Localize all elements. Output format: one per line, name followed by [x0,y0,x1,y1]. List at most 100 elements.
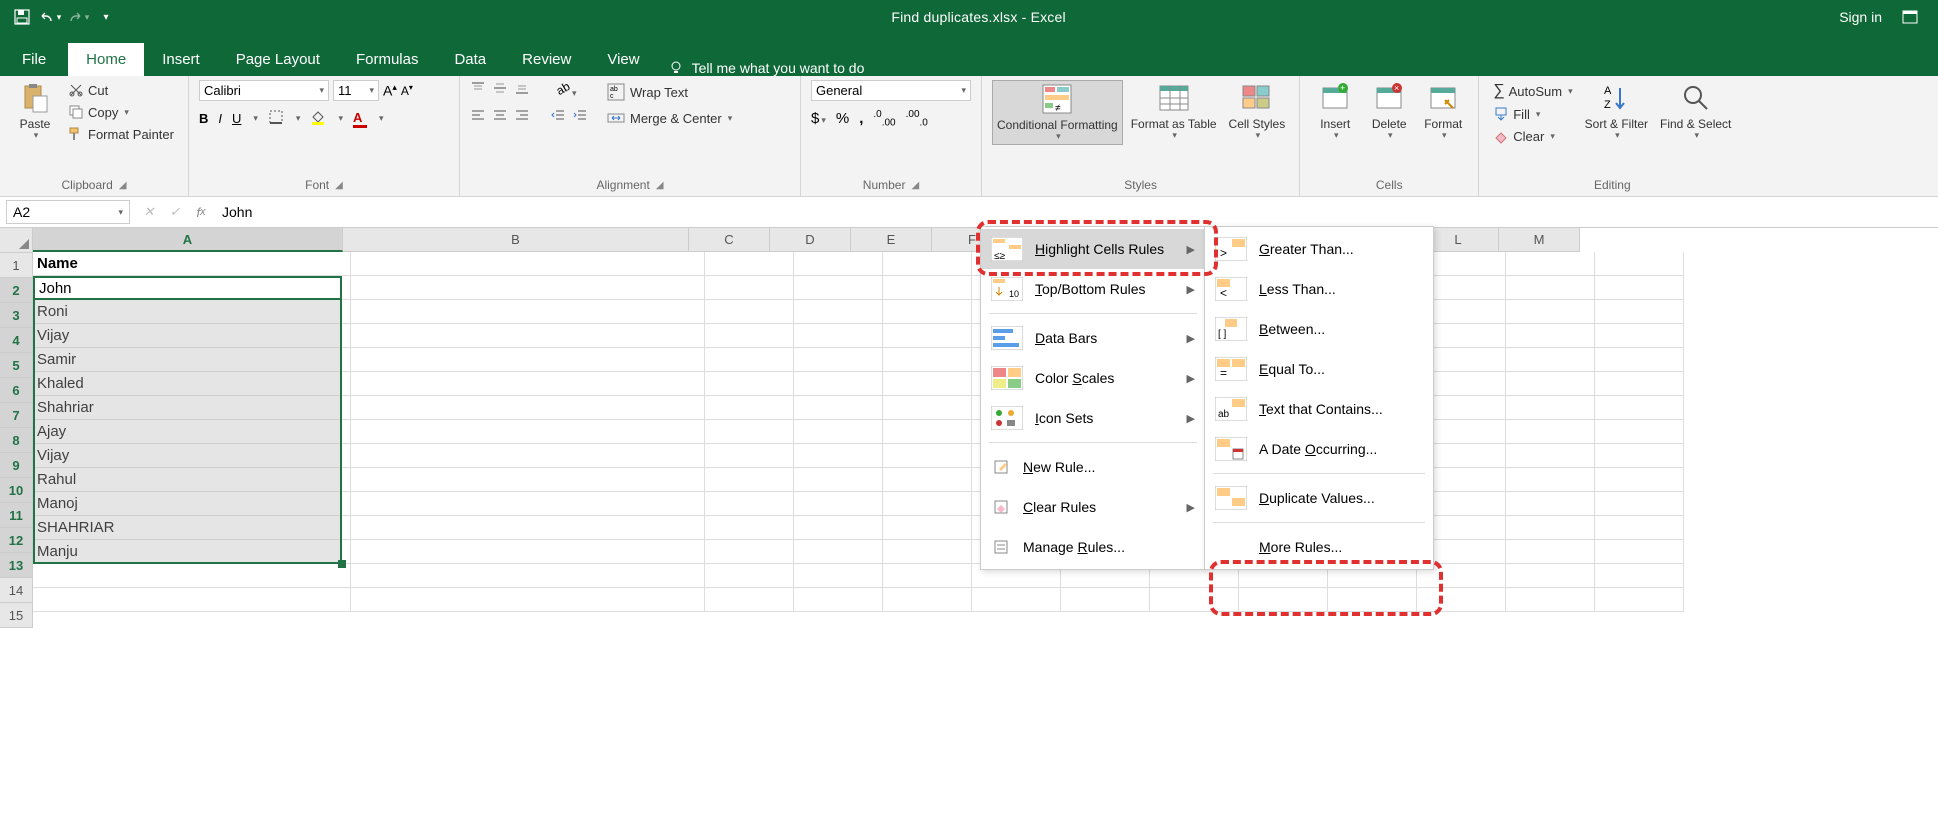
cell[interactable] [794,516,883,540]
cell[interactable] [883,324,972,348]
cell[interactable] [1506,420,1595,444]
shrink-font-button[interactable]: A▾ [401,83,413,98]
cell[interactable] [351,444,705,468]
insert-function-button[interactable]: fx [188,201,214,223]
menu-more-rules[interactable]: More Rules... [1205,527,1433,567]
cell[interactable] [705,492,794,516]
cell[interactable] [1506,300,1595,324]
menu-equal-to[interactable]: = Equal To... [1205,349,1433,389]
cell[interactable] [1506,492,1595,516]
copy-button[interactable]: Copy▾ [64,102,178,122]
cell[interactable] [883,468,972,492]
autosum-button[interactable]: ∑AutoSum▾ [1489,80,1576,102]
format-painter-button[interactable]: Format Painter [64,124,178,144]
undo-button[interactable]: ▾ [38,5,62,29]
cell[interactable] [705,516,794,540]
cell[interactable] [351,468,705,492]
cell[interactable] [351,300,705,324]
increase-indent-button[interactable] [572,107,588,126]
grow-font-button[interactable]: A▴ [383,82,397,99]
cell[interactable] [705,300,794,324]
tell-me-search[interactable]: Tell me what you want to do [658,60,865,76]
cell[interactable] [705,468,794,492]
cell[interactable] [1595,468,1684,492]
row-header[interactable]: 4 [0,328,33,353]
cell[interactable] [351,348,705,372]
align-left-button[interactable] [470,107,486,126]
cell[interactable] [1506,588,1595,612]
row-header[interactable]: 9 [0,453,33,478]
cell[interactable] [883,276,972,300]
cell[interactable] [351,276,705,300]
menu-clear-rules[interactable]: Clear Rules ▶ [981,487,1205,527]
cell[interactable]: Manoj [33,492,351,516]
column-header[interactable]: C [689,228,770,252]
column-header[interactable]: E [851,228,932,252]
cell[interactable] [1595,492,1684,516]
cut-button[interactable]: Cut [64,80,178,100]
tab-insert[interactable]: Insert [144,43,218,76]
row-header[interactable]: 5 [0,353,33,378]
delete-cells-button[interactable]: ×Delete▾ [1364,80,1414,143]
cell[interactable] [883,492,972,516]
format-as-table-button[interactable]: Format as Table▾ [1127,80,1221,143]
decrease-decimal-button[interactable]: .00.0 [906,109,928,128]
cell[interactable] [883,252,972,276]
menu-text-contains[interactable]: ab Text that Contains... [1205,389,1433,429]
font-name-combo[interactable]: Calibri▾ [199,80,329,101]
cell[interactable] [1328,588,1417,612]
fill-button[interactable]: Fill▾ [1489,104,1576,124]
select-all-button[interactable] [0,228,33,253]
cell[interactable]: Samir [33,348,351,372]
cell[interactable] [1506,468,1595,492]
cell[interactable] [794,372,883,396]
cell[interactable] [1595,396,1684,420]
enter-formula-button[interactable]: ✓ [162,201,188,223]
cell[interactable] [883,564,972,588]
redo-button[interactable]: ▾ [66,5,90,29]
cell[interactable] [1595,372,1684,396]
cell[interactable] [1595,540,1684,564]
menu-date-occurring[interactable]: A Date Occurring... [1205,429,1433,469]
cell[interactable] [1506,348,1595,372]
align-top-button[interactable] [470,80,486,99]
column-header[interactable]: A [33,228,343,252]
number-dialog-launcher[interactable]: ◢ [911,180,919,191]
cell[interactable] [705,348,794,372]
column-header[interactable]: D [770,228,851,252]
format-cells-button[interactable]: Format▾ [1418,80,1468,143]
menu-highlight-cells-rules[interactable]: ≤≥ Highlight Cells Rules ▶ [981,229,1205,269]
find-select-button[interactable]: Find & Select▾ [1656,80,1735,143]
wrap-text-button[interactable]: abcWrap Text [602,80,736,104]
cell[interactable] [705,396,794,420]
menu-duplicate-values[interactable]: Duplicate Values... [1205,478,1433,518]
cell[interactable] [794,252,883,276]
ribbon-display-button[interactable] [1902,10,1918,24]
tab-data[interactable]: Data [436,43,504,76]
cell[interactable] [883,396,972,420]
cell-styles-button[interactable]: Cell Styles▾ [1225,80,1290,143]
insert-cells-button[interactable]: +Insert▾ [1310,80,1360,143]
cell[interactable] [883,420,972,444]
paste-button[interactable]: Paste▾ [10,80,60,143]
menu-greater-than[interactable]: > Greater Than... [1205,229,1433,269]
cell[interactable] [351,396,705,420]
cell[interactable] [1506,516,1595,540]
cell[interactable]: Vijay [33,324,351,348]
merge-center-button[interactable]: Merge & Center▾ [602,106,736,130]
menu-new-rule[interactable]: New Rule... [981,447,1205,487]
column-header[interactable]: B [343,228,689,252]
cell[interactable] [1595,444,1684,468]
cell[interactable] [794,468,883,492]
cell[interactable] [1506,276,1595,300]
font-dialog-launcher[interactable]: ◢ [335,180,343,191]
cell[interactable] [1595,516,1684,540]
cell[interactable] [883,372,972,396]
cell[interactable] [1595,276,1684,300]
cell[interactable] [1506,324,1595,348]
cell[interactable] [1506,396,1595,420]
cell[interactable]: John [33,276,351,300]
cell[interactable] [794,444,883,468]
cell[interactable] [351,516,705,540]
cell[interactable] [33,588,351,612]
